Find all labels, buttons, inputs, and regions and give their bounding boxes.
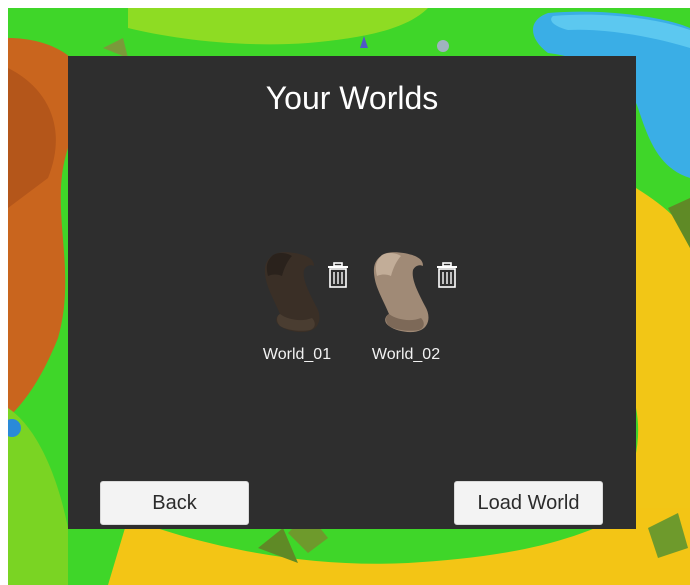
world-slot-world-02[interactable]: World_02	[358, 250, 458, 370]
game-world-background: Your Worlds World_01 World_02 Back Load …	[8, 8, 690, 585]
world-name-label: World_01	[262, 346, 332, 363]
trash-icon[interactable]	[327, 262, 349, 288]
panel-title: Your Worlds	[265, 80, 439, 116]
trash-icon[interactable]	[436, 262, 458, 288]
world-slot-world-01[interactable]: World_01	[249, 250, 349, 370]
scroll-icon	[264, 252, 320, 333]
scroll-icon	[373, 252, 429, 333]
world-name-label: World_02	[371, 346, 441, 363]
back-button[interactable]: Back	[100, 481, 249, 525]
load-world-button[interactable]: Load World	[454, 481, 603, 525]
your-worlds-panel: Your Worlds World_01 World_02 Back Load …	[68, 56, 636, 529]
